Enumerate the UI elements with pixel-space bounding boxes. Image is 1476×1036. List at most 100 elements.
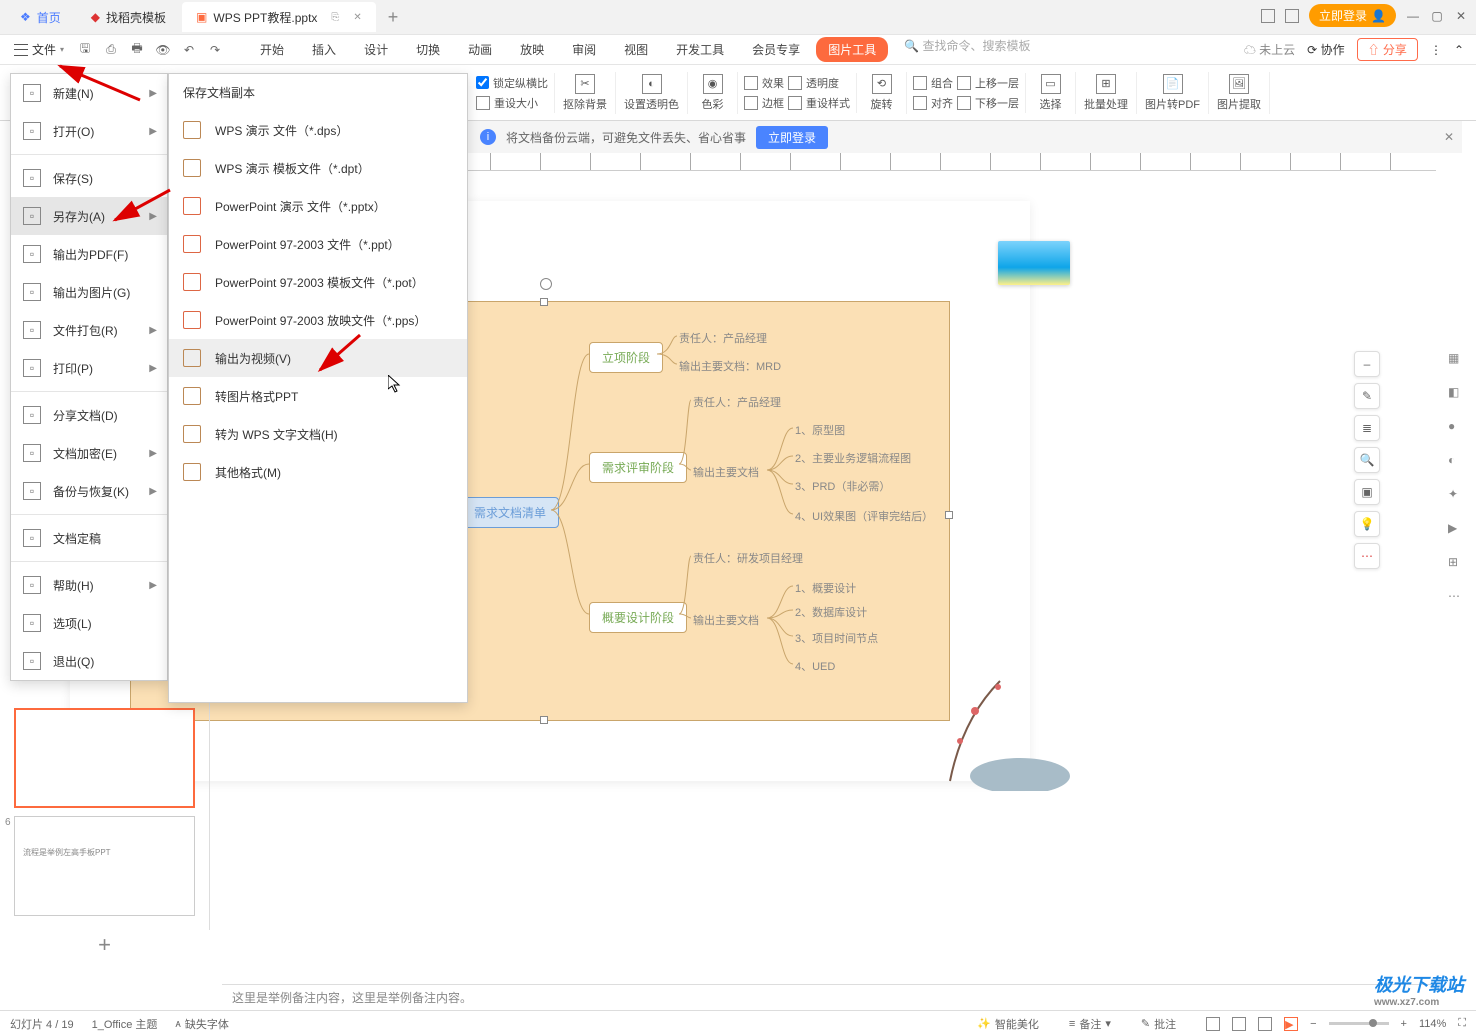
file-menu-item[interactable]: ▫分享文档(D) [11, 396, 167, 434]
sp-ai-icon[interactable]: ✦ [1448, 487, 1466, 505]
menu-insert[interactable]: 插入 [300, 37, 348, 62]
zoom-slider[interactable] [1329, 1022, 1389, 1025]
ribbon-batch[interactable]: ⊞批量处理 [1076, 72, 1137, 114]
ft-edit[interactable]: ✎ [1354, 383, 1380, 409]
file-menu-item[interactable]: ▫帮助(H)▶ [11, 566, 167, 604]
ribbon-trans[interactable]: ◐设置透明色 [616, 72, 688, 114]
beach-image[interactable] [998, 241, 1070, 285]
beautify-btn[interactable]: ✨智能美化 [977, 1016, 1039, 1032]
coop-button[interactable]: ⟳ 协作 [1307, 41, 1344, 58]
node-r2[interactable]: 需求评审阶段 [589, 452, 687, 483]
ribbon-select[interactable]: ▭选择 [1026, 72, 1076, 114]
ribbon-cutbg[interactable]: ✂抠除背景 [555, 72, 616, 114]
ribbon-extract[interactable]: 🖼图片提取 [1209, 72, 1270, 114]
file-menu-item[interactable]: ▫选项(L) [11, 604, 167, 642]
pin-icon[interactable]: ⎘ [331, 12, 339, 23]
menu-member[interactable]: 会员专享 [740, 37, 812, 62]
save-format-item[interactable]: PowerPoint 97-2003 文件（*.ppt） [169, 225, 467, 263]
print-preview-button[interactable]: 👁 [152, 39, 174, 61]
save-format-item[interactable]: 输出为视频(V) [169, 339, 467, 377]
undo-button[interactable]: ↶ [178, 39, 200, 61]
zoom-out[interactable]: − [1310, 1018, 1316, 1030]
file-menu-button[interactable]: 文件▾ [6, 38, 72, 61]
node-root[interactable]: 需求文档清单 [461, 497, 559, 528]
node-r3[interactable]: 概要设计阶段 [589, 602, 687, 633]
new-tab-button[interactable]: + [378, 7, 409, 28]
file-menu-item[interactable]: ▫输出为PDF(F) [11, 235, 167, 273]
sp-more-icon[interactable]: ⋯ [1448, 589, 1466, 607]
view-play-icon[interactable]: ▶ [1284, 1017, 1298, 1031]
file-menu-item[interactable]: ▫文档加密(E)▶ [11, 434, 167, 472]
add-slide-button[interactable]: + [0, 924, 209, 966]
menu-slideshow[interactable]: 放映 [508, 37, 556, 62]
ft-crop[interactable]: ▣ [1354, 479, 1380, 505]
save-format-item[interactable]: 转图片格式PPT [169, 377, 467, 415]
close-window-button[interactable]: ✕ [1454, 9, 1468, 23]
save-format-item[interactable]: PowerPoint 97-2003 模板文件（*.pot） [169, 263, 467, 301]
notes-btn[interactable]: ≡备注▾ [1069, 1016, 1111, 1032]
view-sorter-icon[interactable] [1232, 1017, 1246, 1031]
cloud-close-button[interactable]: ✕ [1444, 130, 1454, 144]
file-menu-item[interactable]: ▫保存(S) [11, 159, 167, 197]
align-btn[interactable]: 对齐 下移一层 [913, 95, 1019, 111]
share-button[interactable]: ⇧ 分享 [1357, 38, 1418, 61]
save-format-item[interactable]: PowerPoint 97-2003 放映文件（*.pps） [169, 301, 467, 339]
save-format-item[interactable]: WPS 演示 文件（*.dps） [169, 111, 467, 149]
ft-idea[interactable]: 💡 [1354, 511, 1380, 537]
menu-transition[interactable]: 切换 [404, 37, 452, 62]
view-normal-icon[interactable] [1206, 1017, 1220, 1031]
sp-cloud-icon[interactable]: ⊞ [1448, 555, 1466, 573]
cloud-login-button[interactable]: 立即登录 [756, 126, 828, 149]
reset-size[interactable]: 重设大小 [476, 95, 548, 111]
file-menu-item[interactable]: ▫另存为(A)▶ [11, 197, 167, 235]
border-btn[interactable]: 边框 重设样式 [744, 95, 850, 111]
save-button[interactable]: 🖫 [74, 39, 96, 61]
tab-active-doc[interactable]: ▣WPS PPT教程.pptx⎘✕ [182, 2, 376, 32]
effect-btn[interactable]: 效果 透明度 [744, 75, 850, 91]
lock-aspect[interactable]: 锁定纵横比 [476, 75, 548, 91]
thumb-6[interactable]: 6流程是举例左高手板PPT [14, 816, 195, 916]
menu-start[interactable]: 开始 [248, 37, 296, 62]
ft-more[interactable]: ⋯ [1354, 543, 1380, 569]
view-reading-icon[interactable] [1258, 1017, 1272, 1031]
ribbon-pdf[interactable]: 📄图片转PDF [1137, 72, 1209, 114]
lock-checkbox[interactable] [476, 76, 489, 89]
file-menu-item[interactable]: ▫文档定稿 [11, 519, 167, 557]
menu-animation[interactable]: 动画 [456, 37, 504, 62]
sp-effect-icon[interactable]: ◐ [1448, 453, 1466, 471]
minimize-button[interactable]: — [1406, 9, 1420, 23]
menu-view[interactable]: 视图 [612, 37, 660, 62]
ribbon-color[interactable]: ◉色彩 [688, 72, 738, 114]
tab-docker[interactable]: ◆找稻壳模板 [77, 2, 180, 32]
collapse-icon[interactable]: ⌃ [1454, 43, 1464, 57]
menu-review[interactable]: 审阅 [560, 37, 608, 62]
save-format-item[interactable]: WPS 演示 模板文件（*.dpt） [169, 149, 467, 187]
file-menu-item[interactable]: ▫备份与恢复(K)▶ [11, 472, 167, 510]
cloud-status[interactable]: ☁ 未上云 [1244, 41, 1295, 58]
maximize-button[interactable]: ▢ [1430, 9, 1444, 23]
handle-bottom[interactable] [540, 716, 548, 724]
save-format-item[interactable]: 其他格式(M) [169, 453, 467, 491]
command-search[interactable]: 🔍 查找命令、搜索模板 [904, 37, 1030, 62]
file-menu-item[interactable]: ▫退出(Q) [11, 642, 167, 680]
menu-devtools[interactable]: 开发工具 [664, 37, 736, 62]
ribbon-rotate[interactable]: ⟲旋转 [857, 72, 907, 114]
file-menu-item[interactable]: ▫文件打包(R)▶ [11, 311, 167, 349]
ft-layers[interactable]: ≣ [1354, 415, 1380, 441]
critique-btn[interactable]: ✎批注 [1141, 1016, 1176, 1032]
ft-zoom[interactable]: 🔍 [1354, 447, 1380, 473]
menu-icon[interactable] [1261, 9, 1275, 23]
ft-collapse[interactable]: – [1354, 351, 1380, 377]
theme-label[interactable]: 1_Office 主题 [92, 1016, 158, 1032]
print-button[interactable]: 🖶 [126, 39, 148, 61]
group-btn[interactable]: 组合 上移一层 [913, 75, 1019, 91]
fit-icon[interactable]: ⛶ [1458, 1017, 1466, 1030]
file-menu-item[interactable]: ▫打开(O)▶ [11, 112, 167, 150]
close-icon[interactable]: ✕ [353, 12, 361, 23]
tab-home[interactable]: ❖首页 [6, 2, 75, 32]
menu-design[interactable]: 设计 [352, 37, 400, 62]
login-button[interactable]: 立即登录👤 [1309, 4, 1396, 27]
handle-top[interactable] [540, 298, 548, 306]
redo-button[interactable]: ↷ [204, 39, 226, 61]
notes-area[interactable]: 这里是举例备注内容，这里是举例备注内容。 [222, 984, 1436, 1010]
